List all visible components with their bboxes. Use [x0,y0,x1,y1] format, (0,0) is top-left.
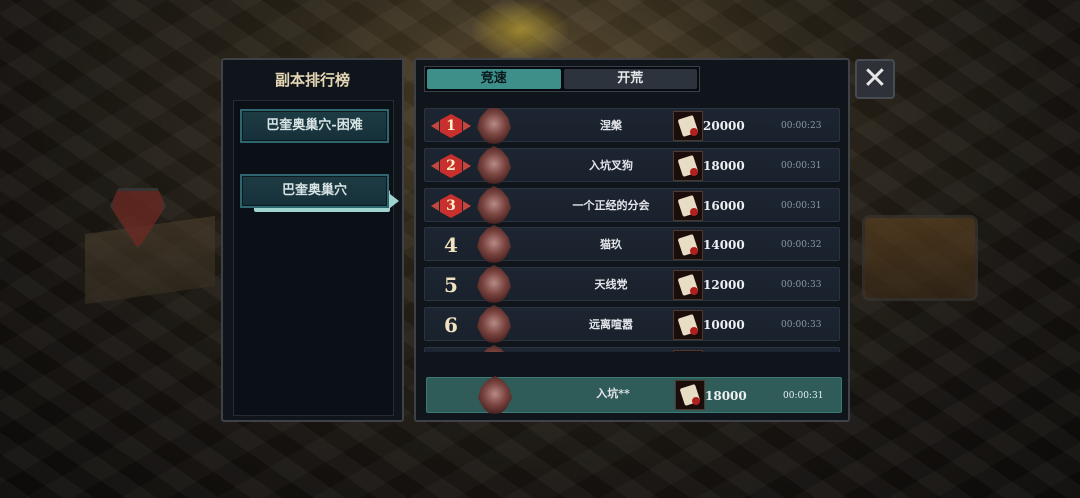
player-score: 10000 [703,318,745,332]
dungeon-button-hard[interactable]: 巴奎奥巢穴-困难 [240,109,389,143]
background-light [470,0,570,60]
scroll-icon [673,191,703,221]
guild-emblem-icon [477,186,511,226]
guild-emblem-icon [477,108,511,146]
tab-pioneer[interactable]: 开荒 [563,69,697,89]
dungeon-list-panel: 副本排行榜 巴奎奥巢穴-困难 巴奎奥的巢穴 巴奎奥巢穴 [221,58,404,422]
scroll-icon [673,230,703,260]
player-name: 入坑** [596,387,630,400]
tab-speedrun[interactable]: 竞速 [427,69,561,89]
guild-emblem-icon [477,305,511,345]
scroll-icon [673,151,703,181]
player-name: 猫玖 [600,238,622,251]
player-name: 天线党 [594,278,628,291]
guild-emblem-icon [477,345,511,352]
rank-medal-icon: 1 [431,112,471,140]
player-time: 00:00:23 [781,121,822,131]
rank-medal-icon: 2 [431,152,471,180]
ranking-panel: 竞速 开荒 1 涅槃 20000 00:00:23 2 入坑叉狗 18000 0… [414,58,850,422]
rank-number: 5 [444,273,458,297]
dungeon-button-normal[interactable]: 巴奎奥巢穴 [240,174,389,208]
ranking-row: 7 漂亮男孩 8000 00:00:40 [424,345,840,352]
player-score: 16000 [703,199,745,213]
rank-number: 1 [440,114,462,138]
player-score: 8000 [703,348,736,352]
ranking-list[interactable]: 1 涅槃 20000 00:00:23 2 入坑叉狗 18000 00:00:3… [424,108,842,352]
scroll-icon [673,310,703,340]
player-name: 涅槃 [600,119,622,132]
rank-number: 3 [440,194,462,218]
dungeon-list: 巴奎奥巢穴-困难 巴奎奥的巢穴 巴奎奥巢穴 [233,100,399,416]
guild-emblem-icon [477,225,511,265]
player-name: 远离喧嚣 [589,318,633,331]
background-chest-icon [862,215,978,301]
player-time: 00:00:31 [781,201,822,211]
player-score: 18000 [705,389,747,403]
scroll-icon [673,270,703,300]
player-time: 00:00:40 [781,348,821,352]
player-time: 00:00:33 [781,280,822,290]
player-name: 漂亮男孩 [525,348,697,352]
ranking-row: 6 远离喧嚣 10000 00:00:33 [424,305,840,345]
player-time: 00:00:33 [781,320,822,330]
player-time: 00:00:31 [781,161,822,171]
ranking-row: 2 入坑叉狗 18000 00:00:31 [424,146,840,186]
player-score: 20000 [703,119,745,133]
selection-arrow-icon [390,194,399,208]
guild-emblem-icon [477,265,511,305]
rank-number: 2 [440,154,462,178]
rank-number: 6 [444,313,458,337]
scroll-icon [673,111,703,141]
scroll-icon [675,380,705,410]
player-time: 00:00:31 [783,391,824,401]
rank-number: 7 [437,348,465,352]
rank-medal-icon: 3 [431,192,471,220]
scroll-icon [673,350,703,352]
close-button[interactable]: ✕ [855,59,895,99]
player-score: 18000 [703,159,745,173]
rank-number: 4 [444,233,458,257]
player-score: 12000 [703,278,745,292]
ranking-row: 5 天线党 12000 00:00:33 [424,265,840,305]
player-name: 一个正经的分会 [572,199,650,212]
panel-title: 副本排行榜 [274,71,350,89]
ranking-row: 3 一个正经的分会 16000 00:00:31 [424,186,840,226]
guild-emblem-icon [477,146,511,186]
player-time: 00:00:32 [781,240,822,250]
player-name: 入坑叉狗 [589,159,633,172]
ranking-row: 1 涅槃 20000 00:00:23 [424,108,840,146]
ranking-tabs: 竞速 开荒 [424,66,700,92]
player-score: 14000 [703,238,745,252]
ranking-row: 4 猫玖 14000 00:00:32 [424,225,840,265]
